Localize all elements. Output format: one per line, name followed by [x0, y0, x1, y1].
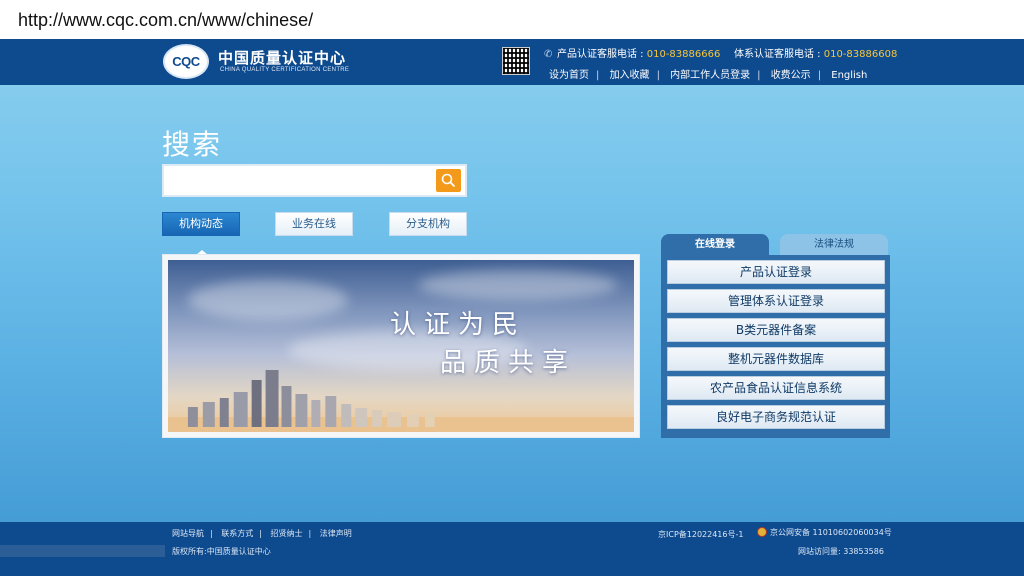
site-footer: 网站导航 | 联系方式 | 招贤纳士 | 法律声明 版权所有:中国质量认证中心 京IC…: [0, 522, 1024, 576]
search-input[interactable]: [166, 168, 434, 193]
fee-notice-link[interactable]: 收费公示: [771, 70, 811, 81]
tab-laws-regulations[interactable]: 法律法规: [780, 234, 888, 256]
system-cert-login-button[interactable]: 管理体系认证登录: [667, 289, 885, 313]
top-links: 设为首页 | 加入收藏 | 内部工作人员登录 | 收费公示 | English: [549, 66, 867, 81]
system-hotline: 体系认证客服电话 : 010-83886608: [734, 45, 897, 60]
separator: |: [210, 529, 213, 538]
tab-branches[interactable]: 分支机构: [389, 212, 467, 236]
b-class-component-filing-button[interactable]: B类元器件备案: [667, 318, 885, 342]
police-record-text: 京公网安备 11010602060034号: [770, 528, 892, 537]
hotline-product-label: 产品认证客服电话 :: [557, 49, 647, 60]
police-record[interactable]: 京公网安备 11010602060034号: [757, 527, 892, 538]
tab-online-login[interactable]: 在线登录: [661, 234, 769, 256]
logo-mark: CQC: [172, 54, 200, 69]
product-hotline: ✆ 产品认证客服电话 : 010-83886666: [544, 45, 720, 60]
qr-code-icon: [502, 47, 530, 75]
add-favorite-link[interactable]: 加入收藏: [610, 70, 650, 81]
english-link[interactable]: English: [831, 70, 867, 81]
separator: |: [757, 70, 761, 81]
logo-title-en: CHINA QUALITY CERTIFICATION CENTRE: [220, 67, 350, 73]
hotline-product-number: 010-83886666: [646, 49, 721, 60]
phone-icon: ✆: [544, 49, 553, 60]
search-box: [162, 164, 467, 197]
separator: |: [656, 70, 660, 81]
footer-legal-link[interactable]: 法律声明: [320, 529, 352, 538]
agri-food-cert-system-button[interactable]: 农产品食品认证信息系统: [667, 376, 885, 400]
url-text: http://www.cqc.com.cn/www/chinese/: [18, 10, 314, 30]
copyright: 版权所有:中国质量认证中心: [172, 547, 271, 556]
product-cert-login-button[interactable]: 产品认证登录: [667, 260, 885, 284]
footer-strip: [0, 545, 165, 557]
separator: |: [259, 529, 262, 538]
site-header: CQC 中国质量认证中心 CHINA QUALITY CERTIFICATION…: [0, 39, 1024, 85]
ecommerce-cert-button[interactable]: 良好电子商务规范认证: [667, 405, 885, 429]
cqc-logo-icon[interactable]: CQC: [163, 44, 209, 79]
hotline-system-label: 体系认证客服电话 :: [734, 49, 824, 60]
tab-business-online[interactable]: 业务在线: [275, 212, 353, 236]
footer-careers-link[interactable]: 招贤纳士: [271, 529, 303, 538]
footer-links: 网站导航 | 联系方式 | 招贤纳士 | 法律声明: [172, 528, 352, 539]
search-title: 搜索: [162, 128, 223, 161]
city-skyline: [168, 370, 634, 432]
search-button[interactable]: [436, 169, 461, 192]
hotline-system-number: 010-83886608: [823, 49, 898, 60]
page: CQC 中国质量认证中心 CHINA QUALITY CERTIFICATION…: [0, 39, 1024, 576]
banner-image: 认证为民 品质共享: [168, 260, 634, 432]
set-homepage-link[interactable]: 设为首页: [549, 70, 589, 81]
machine-component-database-button[interactable]: 整机元器件数据库: [667, 347, 885, 371]
footer-contact-link[interactable]: 联系方式: [221, 529, 253, 538]
staff-login-link[interactable]: 内部工作人员登录: [670, 70, 750, 81]
banner[interactable]: 认证为民 品质共享: [162, 254, 640, 438]
separator: |: [308, 529, 312, 538]
search-icon: [441, 173, 456, 188]
icp-number[interactable]: 京ICP备12022416号-1: [658, 529, 743, 540]
browser-address-bar: http://www.cqc.com.cn/www/chinese/: [0, 0, 1024, 39]
visit-counter: 网站访问量: 33853586: [798, 547, 884, 556]
banner-slogan-1: 认证为民: [390, 310, 527, 340]
separator: |: [596, 70, 600, 81]
logo-title-cn[interactable]: 中国质量认证中心: [218, 47, 346, 68]
police-badge-icon: [757, 527, 767, 537]
online-login-panel: 产品认证登录 管理体系认证登录 B类元器件备案 整机元器件数据库 农产品食品认证…: [661, 255, 890, 438]
tab-news[interactable]: 机构动态: [162, 212, 240, 236]
footer-sitemap-link[interactable]: 网站导航: [172, 529, 204, 538]
separator: |: [817, 70, 822, 81]
